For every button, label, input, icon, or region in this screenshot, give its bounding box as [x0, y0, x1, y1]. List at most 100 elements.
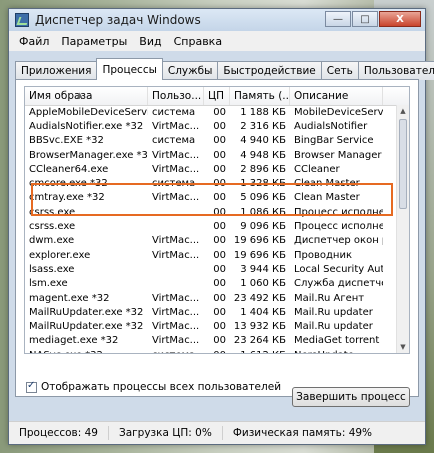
tab-performance[interactable]: Быстродействие [217, 61, 322, 80]
show-all-users-checkbox[interactable] [26, 380, 37, 393]
table-row[interactable]: NASvc.exe *32система001 612 КБNeroUpdate [25, 348, 397, 353]
title-bar[interactable]: Диспетчер задач Windows — □ X [9, 9, 425, 31]
cell-image-name: lsm.exe [29, 278, 68, 290]
table-row[interactable]: BrowserManager.exe *32 VirtMac... 00 4 948 … [25, 148, 397, 162]
cell-cpu: 00 [213, 292, 226, 304]
cell-description: Служба диспетчера л [294, 278, 383, 290]
status-cpu: Загрузка ЦП: 0% [109, 426, 223, 440]
cell-memory: 1 188 КБ [240, 106, 286, 118]
table-row[interactable]: dwm.exe VirtMac... 00 19 696 КБ Диспетчер ок… [25, 234, 397, 248]
cell-cpu: 00 [213, 221, 226, 233]
table-row[interactable]: AudialsNotifier.exe *32 VirtMac... 00 2 316… [25, 119, 397, 133]
cell-cpu: 00 [213, 263, 226, 275]
cell-description: NeroUpdate [290, 350, 383, 353]
cell-image-name: AppleMobileDeviceService... [29, 106, 148, 118]
cell-cpu: 00 [213, 235, 226, 247]
cell-image-name: csrss.exe [29, 221, 76, 233]
table-row[interactable]: cmcore.exe *32 система 00 1 328 КБ Clean Mas… [25, 176, 397, 190]
cell-user: VirtMac... [152, 306, 200, 318]
cell-cpu: 00 [213, 106, 226, 118]
table-row[interactable]: cmtray.exe *32 VirtMac... 00 5 096 КБ Clean … [25, 191, 397, 205]
cell-memory: 1 612 КБ [230, 350, 290, 353]
table-row[interactable]: AppleMobileDeviceService... система 00 1 18… [25, 105, 397, 119]
process-list[interactable]: Имя образа ▲ Пользо... ЦП Память (... Оп… [24, 86, 410, 354]
tab-applications[interactable]: Приложения [15, 61, 98, 80]
column-image-name-label: Имя образа [29, 90, 93, 102]
tab-network[interactable]: Сеть [320, 61, 359, 80]
cell-memory: 19 696 КБ [233, 235, 286, 247]
cell-user: система [152, 178, 196, 190]
minimize-button[interactable]: — [325, 11, 351, 27]
scroll-down-arrow-icon[interactable]: ▼ [397, 341, 409, 353]
cell-cpu: 00 [213, 135, 226, 147]
cell-description: MediaGet torrent client [294, 335, 383, 347]
cell-description: Mail.Ru updater [294, 321, 373, 333]
menu-help[interactable]: Справка [168, 35, 228, 48]
cell-cpu: 00 [213, 120, 226, 132]
cell-memory: 23 264 КБ [233, 335, 286, 347]
cell-description: MobileDeviceService [294, 106, 383, 118]
column-memory[interactable]: Память (... [230, 87, 290, 105]
cell-image-name: magent.exe *32 [29, 292, 110, 304]
cell-cpu: 00 [213, 206, 226, 218]
table-row[interactable]: MailRuUpdater.exe *32 VirtMac... 00 13 932 … [25, 319, 397, 333]
vertical-scrollbar[interactable]: ▲ ▼ [396, 105, 409, 353]
cell-memory: 19 696 КБ [233, 249, 286, 261]
column-user[interactable]: Пользо... [148, 87, 204, 105]
maximize-button[interactable]: □ [352, 11, 378, 27]
scrollbar-thumb[interactable] [399, 119, 407, 209]
column-cpu[interactable]: ЦП [204, 87, 230, 105]
table-row[interactable]: mediaget.exe *32 VirtMac... 00 23 264 КБ Med… [25, 334, 397, 348]
cell-image-name: NASvc.exe *32 [25, 350, 148, 353]
cell-description: Процесс исполнения [294, 221, 383, 233]
show-all-users-label: Отображать процессы всех пользователей [41, 381, 282, 393]
close-button[interactable]: X [379, 11, 421, 27]
cell-cpu: 00 [204, 350, 230, 353]
column-description[interactable]: Описание [290, 87, 383, 105]
table-row[interactable]: lsm.exe 00 1 060 КБ Служба диспетчера л [25, 277, 397, 291]
table-row[interactable]: csrss.exe 00 9 096 КБ Процесс исполнения [25, 219, 397, 233]
menu-view[interactable]: Вид [133, 35, 167, 48]
cell-description: Диспетчер окон рабо [294, 235, 383, 247]
menu-file[interactable]: Файл [13, 35, 55, 48]
cell-cpu: 00 [213, 149, 226, 161]
table-row[interactable]: CCleaner64.exe VirtMac... 00 2 896 КБ CClean… [25, 162, 397, 176]
window-controls: — □ X [324, 11, 421, 29]
cell-description: Clean Master [294, 192, 360, 204]
cell-user: VirtMac... [152, 249, 200, 261]
cell-description: Mail.Ru updater [294, 306, 373, 318]
cell-image-name: MailRuUpdater.exe *32 [29, 321, 144, 333]
table-row[interactable]: BBSvc.EXE *32 система 00 4 940 КБ BingBar Se… [25, 134, 397, 148]
table-row[interactable]: explorer.exe VirtMac... 00 19 696 КБ Проводн… [25, 248, 397, 262]
column-image-name[interactable]: Имя образа ▲ [25, 87, 148, 105]
cell-user: VirtMac... [152, 163, 200, 175]
cell-description: Browser Manager [294, 149, 382, 161]
cell-description: Local Security Authori [294, 263, 383, 275]
cell-image-name: explorer.exe [29, 249, 91, 261]
menu-options[interactable]: Параметры [55, 35, 133, 48]
cell-cpu: 00 [213, 306, 226, 318]
task-manager-icon [15, 13, 29, 27]
cell-cpu: 00 [213, 178, 226, 190]
cell-image-name: AudialsNotifier.exe *32 [29, 120, 144, 132]
cell-image-name: csrss.exe [29, 206, 76, 218]
show-all-users-option[interactable]: Отображать процессы всех пользователей [26, 380, 282, 393]
table-row[interactable]: magent.exe *32 VirtMac... 00 23 492 КБ Mail.… [25, 291, 397, 305]
scroll-up-arrow-icon[interactable]: ▲ [397, 105, 409, 117]
tab-services[interactable]: Службы [161, 61, 219, 80]
cell-image-name: lsass.exe [29, 263, 75, 275]
menu-bar: Файл Параметры Вид Справка [9, 31, 425, 51]
table-row[interactable]: csrss.exe 00 1 086 КБ Процесс исполнения [25, 205, 397, 219]
tab-users[interactable]: Пользователи [357, 61, 434, 80]
cell-description: CCleaner [294, 163, 340, 175]
cell-description: Clean Master [294, 178, 360, 190]
cell-memory: 1 086 КБ [240, 206, 286, 218]
cell-user: VirtMac... [152, 120, 200, 132]
table-row[interactable]: MailRuUpdater.exe *32 VirtMac... 00 1 404 К… [25, 305, 397, 319]
cell-user: VirtMac... [152, 335, 200, 347]
tab-processes[interactable]: Процессы [96, 58, 163, 80]
table-row[interactable]: lsass.exe 00 3 944 КБ Local Security Author… [25, 262, 397, 276]
end-process-button[interactable]: Завершить процесс [292, 387, 410, 407]
cell-image-name: BrowserManager.exe *32 [29, 149, 148, 161]
cell-cpu: 00 [213, 249, 226, 261]
